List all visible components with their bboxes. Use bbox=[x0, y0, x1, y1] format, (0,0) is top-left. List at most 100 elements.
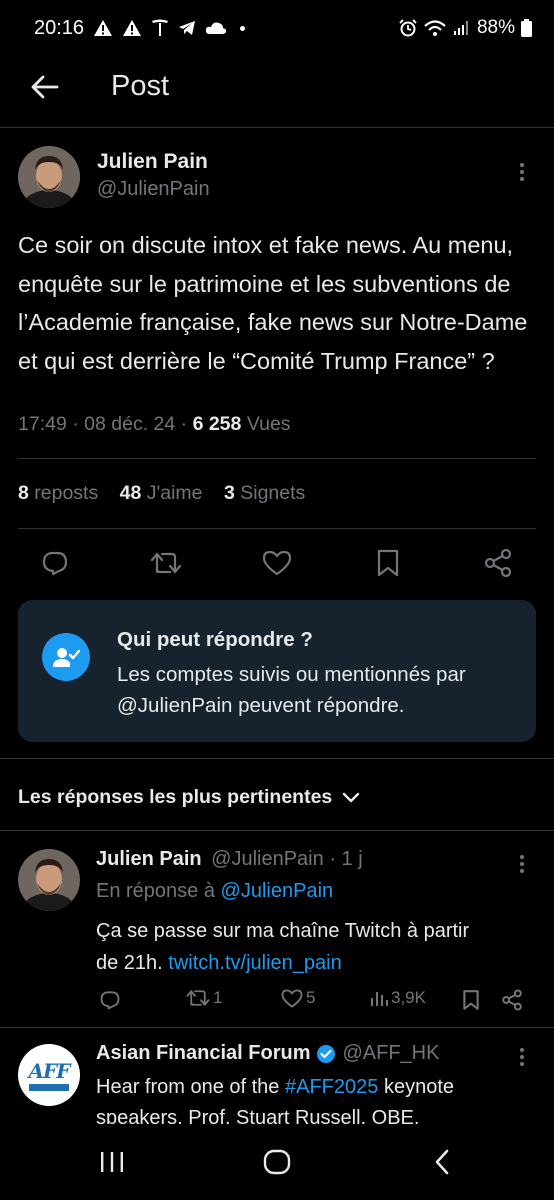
share-button[interactable] bbox=[499, 986, 525, 1014]
share-icon bbox=[502, 989, 522, 1011]
repost-icon bbox=[150, 552, 182, 574]
bookmark-button[interactable] bbox=[458, 986, 484, 1014]
avatar[interactable]: AFF bbox=[18, 1044, 80, 1106]
home-button[interactable] bbox=[260, 1145, 294, 1179]
divider bbox=[0, 758, 554, 759]
wifi-icon bbox=[424, 20, 446, 36]
views-button[interactable]: 3,9K bbox=[370, 988, 426, 1008]
share-button[interactable] bbox=[481, 546, 515, 580]
back-arrow-icon bbox=[31, 75, 59, 99]
system-nav-bar bbox=[0, 1124, 554, 1200]
repost-count: 1 bbox=[213, 988, 223, 1007]
alarm-icon bbox=[399, 19, 417, 37]
reply-button[interactable] bbox=[96, 986, 124, 1014]
meta-separator: · bbox=[72, 413, 79, 435]
views-icon bbox=[371, 992, 388, 1006]
mention-icon bbox=[42, 633, 90, 681]
post-time[interactable]: 17:49 bbox=[18, 413, 67, 435]
heart-icon bbox=[262, 550, 292, 576]
battery-percent: 88% bbox=[476, 17, 515, 38]
share-icon bbox=[484, 548, 512, 578]
bookmark-icon bbox=[463, 990, 479, 1010]
reply-author-handle[interactable]: @AFF_HK bbox=[342, 1042, 439, 1065]
system-back-button[interactable] bbox=[425, 1145, 459, 1179]
status-bar: 20:16 88% bbox=[0, 0, 554, 56]
more-options-icon[interactable] bbox=[517, 163, 527, 181]
reply-text: Ça se passe sur ma chaîne Twitch à parti… bbox=[96, 920, 470, 974]
reply-button[interactable] bbox=[38, 546, 72, 580]
card-title: Qui peut répondre ? bbox=[117, 628, 313, 651]
reply-icon bbox=[42, 551, 68, 576]
warning-icon bbox=[123, 20, 142, 36]
avatar-image bbox=[18, 849, 80, 911]
divider bbox=[18, 528, 536, 529]
post-text: Ce soir on discute intox et fake news. A… bbox=[18, 232, 528, 374]
reply-header: Asian Financial Forum @AFF_HK bbox=[96, 1042, 439, 1065]
dot-icon bbox=[240, 25, 246, 31]
divider bbox=[18, 458, 536, 459]
bookmark-button[interactable] bbox=[371, 546, 405, 580]
chevron-down-icon bbox=[343, 792, 360, 802]
avatar-image bbox=[18, 146, 80, 208]
in-reply-to-handle[interactable]: @JulienPain bbox=[221, 880, 334, 902]
twitch-link[interactable]: twitch.tv/julien_pain bbox=[168, 952, 341, 974]
views-count: 3,9K bbox=[391, 988, 426, 1007]
likes-stat[interactable]: 48 J'aime bbox=[120, 482, 203, 504]
bookmark-icon bbox=[377, 549, 399, 577]
post-date[interactable]: 08 déc. 24 bbox=[84, 413, 175, 435]
repost-button[interactable] bbox=[148, 546, 184, 580]
replies-sort-dropdown[interactable]: Les réponses les plus pertinentes bbox=[18, 786, 360, 809]
like-button[interactable]: 5 bbox=[281, 988, 315, 1008]
repost-icon bbox=[186, 990, 210, 1006]
repost-button[interactable]: 1 bbox=[186, 988, 222, 1008]
reply-item[interactable]: Julien Pain @JulienPain · 1 j En réponse… bbox=[0, 831, 554, 1027]
back-button[interactable] bbox=[28, 70, 62, 104]
recent-apps-button[interactable] bbox=[95, 1145, 129, 1179]
aff-logo-strip bbox=[29, 1084, 69, 1091]
verified-badge-icon bbox=[317, 1044, 336, 1063]
meta-separator: · bbox=[180, 413, 188, 435]
status-time: 20:16 bbox=[34, 16, 85, 39]
reply-in-reply-to: En réponse à @JulienPain bbox=[96, 880, 334, 902]
card-body: Les comptes suivis ou mentionnés par @Ju… bbox=[117, 663, 466, 717]
replies-sort-label: Les réponses les plus pertinentes bbox=[18, 786, 333, 808]
page-title: Post bbox=[111, 70, 170, 102]
bookmarks-stat[interactable]: 3 Signets bbox=[224, 482, 305, 504]
post-meta: 17:49 · 08 déc. 24 · 6 258 Vues bbox=[18, 413, 291, 436]
heart-icon bbox=[281, 989, 303, 1007]
reply-item[interactable]: AFF Asian Financial Forum @AFF_HK Hear f… bbox=[0, 1028, 554, 1124]
cloud-icon bbox=[205, 22, 227, 34]
warning-icon bbox=[94, 20, 113, 36]
reply-restriction-card: Qui peut répondre ? Les comptes suivis o… bbox=[18, 600, 536, 742]
post-author-name[interactable]: Julien Pain bbox=[97, 150, 208, 174]
recent-apps-icon bbox=[101, 1152, 123, 1172]
reply-header: Julien Pain @JulienPain · 1 j bbox=[96, 848, 363, 871]
reply-author-handle[interactable]: @JulienPain bbox=[211, 848, 324, 870]
top-bar: Post bbox=[0, 56, 554, 120]
chevron-left-icon bbox=[435, 1149, 449, 1175]
reply-age: · 1 j bbox=[329, 848, 363, 870]
aff-logo: AFF bbox=[28, 1059, 71, 1083]
tesla-icon bbox=[152, 19, 169, 36]
telegram-icon bbox=[179, 21, 196, 35]
reposts-stat[interactable]: 8 reposts bbox=[18, 482, 98, 504]
battery-icon bbox=[521, 19, 532, 37]
views-label: Vues bbox=[246, 413, 291, 435]
hashtag-link[interactable]: #AFF2025 bbox=[285, 1076, 378, 1098]
reply-icon bbox=[100, 991, 120, 1010]
more-options-icon[interactable] bbox=[517, 1048, 527, 1066]
like-count: 5 bbox=[306, 988, 316, 1007]
signal-icon bbox=[453, 21, 468, 35]
avatar[interactable] bbox=[18, 849, 80, 911]
like-button[interactable] bbox=[259, 546, 295, 580]
home-icon bbox=[263, 1149, 291, 1175]
views-count: 6 258 bbox=[192, 413, 242, 435]
reply-author-name[interactable]: Julien Pain bbox=[96, 848, 202, 870]
reply-author-name[interactable]: Asian Financial Forum bbox=[96, 1042, 310, 1065]
reply-text: Hear from one of the #AFF2025 keynote sp… bbox=[96, 1076, 455, 1124]
post-stats: 8 reposts 48 J'aime 3 Signets bbox=[18, 482, 305, 505]
avatar[interactable] bbox=[18, 146, 80, 208]
post-author-handle[interactable]: @JulienPain bbox=[97, 178, 210, 201]
divider bbox=[0, 127, 554, 128]
more-options-icon[interactable] bbox=[517, 855, 527, 873]
